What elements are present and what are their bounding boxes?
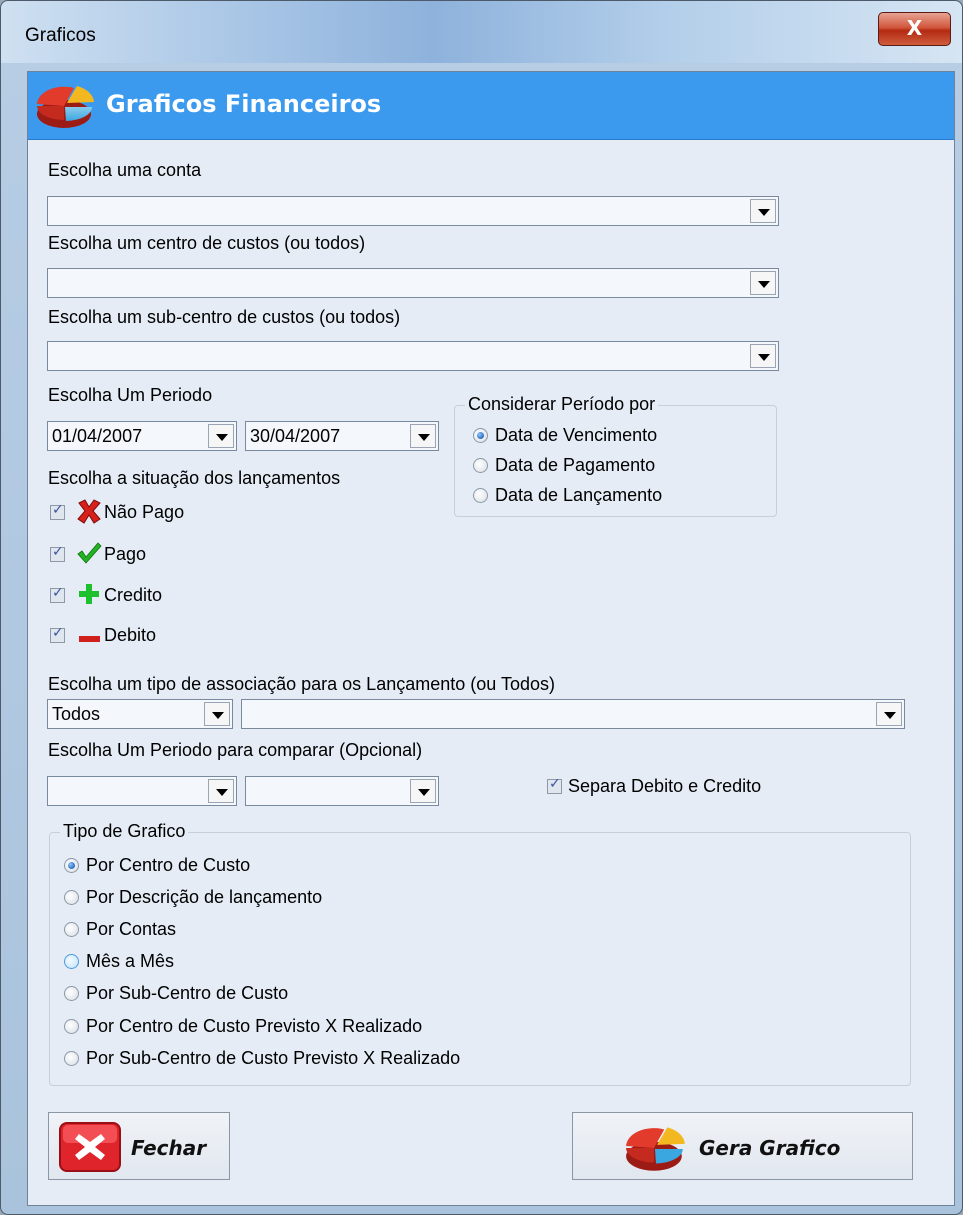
periodo-end-select[interactable]: 30/04/2007	[245, 421, 439, 451]
green-check-icon	[77, 542, 102, 564]
radio-label: Por Sub-Centro de Custo Previsto X Reali…	[86, 1048, 461, 1068]
centro-select[interactable]	[47, 268, 779, 298]
radio-label: Mês a Mês	[86, 951, 175, 971]
radio-por-contas[interactable]: Por Contas	[64, 919, 176, 940]
situacao-label: Escolha a situação dos lançamentos	[48, 468, 341, 488]
radio-label: Data de Pagamento	[495, 455, 656, 475]
associacao-select[interactable]	[241, 699, 905, 729]
checkbox-label: Debito	[104, 625, 157, 645]
comparar-end-select[interactable]	[245, 776, 439, 806]
checkbox-icon	[50, 502, 65, 520]
associacao-label: Escolha um tipo de associação para os La…	[48, 674, 555, 694]
checkbox-pago[interactable]: Pago	[50, 540, 146, 566]
radio-icon	[64, 986, 79, 1001]
radio-selected-icon	[64, 858, 79, 873]
fechar-label: Fechar	[131, 1136, 207, 1160]
checkbox-icon	[50, 585, 65, 603]
chevron-down-icon[interactable]	[204, 702, 230, 726]
radio-icon	[64, 1019, 79, 1034]
tipo-grafico-group: Tipo de Grafico Por Centro de Custo Por …	[49, 821, 911, 1086]
checkbox-nao-pago[interactable]: Não Pago	[50, 498, 184, 524]
close-icon: X	[906, 16, 923, 40]
radio-data-pagamento[interactable]: Data de Pagamento	[473, 455, 655, 476]
radio-data-vencimento[interactable]: Data de Vencimento	[473, 425, 657, 446]
dialog-body: Graficos Financeiros Escolha uma conta E…	[27, 71, 955, 1206]
close-icon	[59, 1122, 121, 1172]
chevron-down-icon[interactable]	[750, 344, 776, 368]
periodo-start-select[interactable]: 01/04/2007	[47, 421, 237, 451]
green-plus-icon	[79, 584, 100, 604]
gera-grafico-label: Gera Grafico	[699, 1136, 841, 1160]
radio-mes-a-mes[interactable]: Mês a Mês	[64, 951, 174, 972]
close-window-button[interactable]: X	[878, 12, 951, 46]
subcentro-label: Escolha um sub-centro de custos (ou todo…	[48, 307, 401, 327]
radio-por-centro-custo[interactable]: Por Centro de Custo	[64, 855, 250, 876]
red-x-icon	[77, 499, 101, 524]
tipo-grafico-legend: Tipo de Grafico	[60, 821, 189, 842]
checkbox-debito[interactable]: Debito	[50, 621, 156, 647]
radio-label: Por Centro de Custo Previsto X Realizado	[86, 1016, 423, 1036]
radio-data-lancamento[interactable]: Data de Lançamento	[473, 485, 662, 506]
chevron-down-icon[interactable]	[410, 424, 436, 448]
radio-sub-centro-previsto-realizado[interactable]: Por Sub-Centro de Custo Previsto X Reali…	[64, 1048, 460, 1069]
window-frame: Graficos X Graficos Financeiros Escolha …	[0, 0, 963, 1215]
window-title: Graficos	[25, 25, 96, 46]
conta-select[interactable]	[47, 196, 779, 226]
chevron-down-icon[interactable]	[208, 424, 234, 448]
title-bar[interactable]: Graficos X	[1, 1, 962, 63]
chevron-down-icon[interactable]	[208, 779, 234, 803]
radio-label: Por Centro de Custo	[86, 855, 251, 875]
checkbox-label: Pago	[104, 544, 147, 564]
radio-icon	[64, 1051, 79, 1066]
radio-icon	[473, 458, 488, 473]
radio-centro-previsto-realizado[interactable]: Por Centro de Custo Previsto X Realizado	[64, 1016, 422, 1037]
radio-icon	[473, 488, 488, 503]
header-title: Graficos Financeiros	[106, 90, 382, 118]
centro-label: Escolha um centro de custos (ou todos)	[48, 233, 366, 253]
chevron-down-icon[interactable]	[750, 271, 776, 295]
chevron-down-icon[interactable]	[876, 702, 902, 726]
radio-label: Data de Vencimento	[495, 425, 658, 445]
gera-grafico-button[interactable]: Gera Grafico	[572, 1112, 913, 1180]
periodo-end-value: 30/04/2007	[250, 426, 341, 446]
periodo-start-value: 01/04/2007	[52, 426, 143, 446]
checkbox-icon	[50, 625, 65, 643]
checkbox-label: Credito	[104, 585, 163, 605]
checkbox-credito[interactable]: Credito	[50, 581, 162, 607]
radio-por-sub-centro[interactable]: Por Sub-Centro de Custo	[64, 983, 288, 1004]
chevron-down-icon[interactable]	[750, 199, 776, 223]
checkbox-icon	[50, 544, 65, 562]
associacao-type-select[interactable]: Todos	[47, 699, 233, 729]
checkbox-icon	[547, 776, 562, 794]
red-minus-icon	[79, 636, 101, 642]
radio-label: Por Descrição de lançamento	[86, 887, 323, 907]
radio-por-descricao[interactable]: Por Descrição de lançamento	[64, 887, 322, 908]
comparar-label: Escolha Um Periodo para comparar (Opcion…	[48, 740, 423, 760]
checkbox-separa-debito-credito[interactable]: Separa Debito e Credito	[547, 776, 761, 797]
header-bar: Graficos Financeiros	[28, 72, 954, 140]
radio-label: Por Contas	[86, 919, 177, 939]
subcentro-select[interactable]	[47, 341, 779, 371]
fechar-button[interactable]: Fechar	[48, 1112, 230, 1180]
radio-icon	[64, 922, 79, 937]
radio-icon	[64, 890, 79, 905]
radio-selected-icon	[473, 428, 488, 443]
conta-label: Escolha uma conta	[48, 160, 202, 180]
radio-label: Data de Lançamento	[495, 485, 663, 505]
pie-chart-icon	[37, 86, 94, 128]
considerar-legend: Considerar Período por	[465, 394, 659, 415]
comparar-start-select[interactable]	[47, 776, 237, 806]
periodo-label: Escolha Um Periodo	[48, 385, 213, 405]
checkbox-label: Não Pago	[104, 502, 185, 522]
checkbox-label: Separa Debito e Credito	[568, 776, 762, 796]
chevron-down-icon[interactable]	[410, 779, 436, 803]
radio-icon	[64, 954, 79, 969]
pie-chart-icon	[626, 1127, 685, 1171]
radio-label: Por Sub-Centro de Custo	[86, 983, 289, 1003]
associacao-type-value: Todos	[52, 704, 101, 724]
considerar-periodo-group: Considerar Período por Data de Venciment…	[454, 394, 777, 517]
